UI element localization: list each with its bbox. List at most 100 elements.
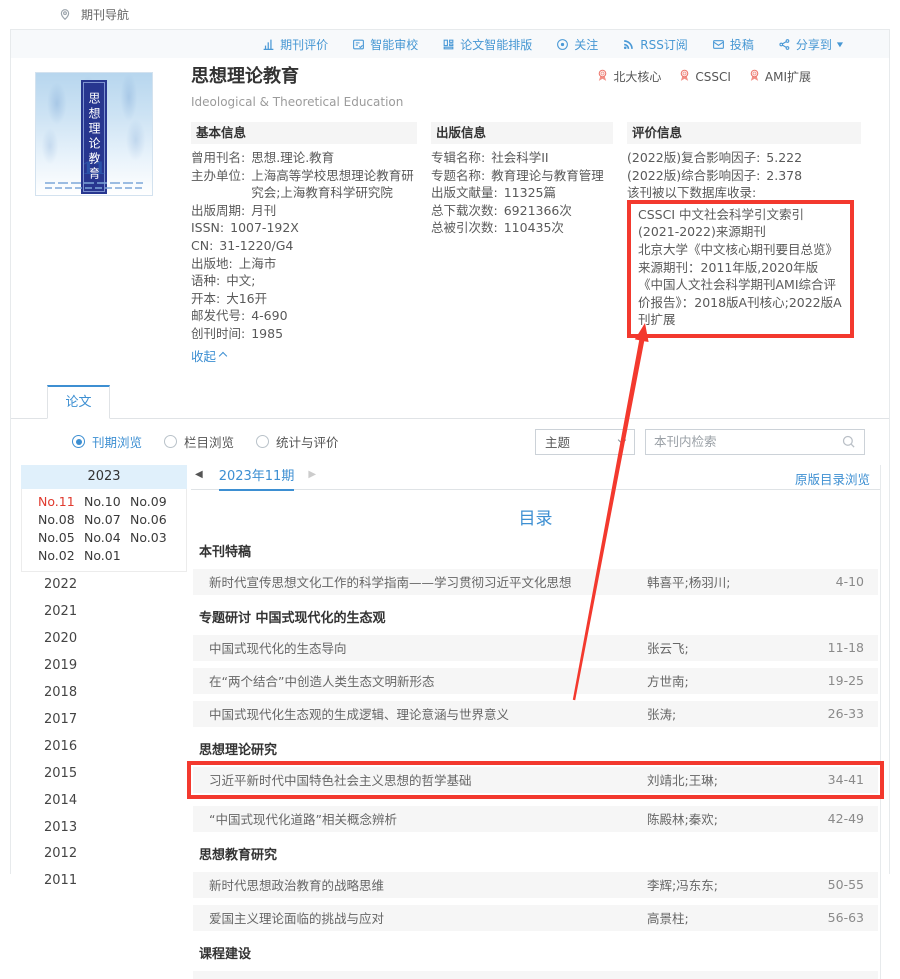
article-title[interactable]: 新时代宣传思想文化工作的科学指南——学习贯彻习近平文化思想 [209, 572, 647, 591]
radio-dot-icon [164, 435, 177, 448]
article-authors[interactable]: 韩喜平;杨羽川; [647, 572, 836, 591]
sidebar-year[interactable]: 2011 [44, 868, 187, 895]
info-value: 社会科学II [491, 149, 613, 167]
sidebar-year[interactable]: 2020 [44, 626, 187, 653]
article-authors[interactable]: 高景柱; [647, 908, 828, 927]
info-item: 总下载次数:6921366次 [431, 202, 613, 220]
sidebar-year[interactable]: 2012 [44, 841, 187, 868]
radio-option[interactable]: 栏目浏览 [164, 432, 234, 451]
article-title[interactable]: 习近平新时代中国特色社会主义思想的哲学基础 [209, 770, 647, 789]
medal-icon [678, 69, 691, 85]
search-icon[interactable] [841, 434, 856, 449]
sidebar-issue[interactable]: No.02 [38, 547, 84, 565]
info-value: 中文; [226, 272, 417, 290]
toolbar-item-label: 投稿 [730, 36, 754, 53]
article-title[interactable]: 中国式现代化生态观的生成逻辑、理论意涵与世界意义 [209, 704, 647, 723]
info-label: 邮发代号: [191, 307, 245, 325]
sidebar-year[interactable]: 2014 [44, 788, 187, 815]
breadcrumb-label[interactable]: 期刊导航 [81, 6, 129, 23]
sidebar-issue[interactable]: No.09 [130, 493, 176, 511]
toolbar-item-journal-eval[interactable]: 期刊评价 [262, 36, 328, 53]
toolbar-item-follow[interactable]: 关注 [556, 36, 598, 53]
prev-issue-button[interactable]: ◀ [195, 469, 203, 480]
current-issue-tab[interactable]: 2023年11期 [219, 465, 295, 491]
article-title[interactable]: 中国式现代化的生态导向 [209, 638, 647, 657]
search-field-select[interactable]: 主题 [535, 429, 635, 455]
tab-papers[interactable]: 论文 [47, 385, 110, 419]
sidebar-issue[interactable]: No.08 [38, 511, 84, 529]
info-item: 出版周期: 月刊 [191, 202, 417, 220]
browse-mode-radios: 刊期浏览 栏目浏览 统计与评价 [72, 432, 361, 451]
sidebar-issue[interactable]: No.06 [130, 511, 176, 529]
radio-selected[interactable]: 刊期浏览 [72, 432, 142, 451]
radio-option[interactable]: 统计与评价 [256, 432, 339, 451]
article-pages: 11-18 [828, 640, 864, 655]
article-row: 中国式现代化的生态导向张云飞;11-18 [193, 635, 878, 661]
article-row: 爱国主义理论面临的挑战与应对高景柱;56-63 [193, 905, 878, 931]
issue-sidebar: 2023 No.11No.10No.09 No.08No.07No.06 No.05… [21, 465, 187, 979]
toolbar-item-smart-review[interactable]: 智能审校 [352, 36, 418, 53]
article-row: 在“两个结合”中创造人类生态文明新形态方世南;19-25 [193, 668, 878, 694]
sidebar-year[interactable]: 2021 [44, 599, 187, 626]
sidebar-year[interactable]: 2018 [44, 680, 187, 707]
sidebar-year[interactable]: 2022 [44, 572, 187, 599]
toc-title: 目录 [191, 504, 880, 529]
article-authors[interactable]: 刘靖北;王琳; [647, 770, 828, 789]
toolbar-item-rss[interactable]: RSS订阅 [622, 36, 688, 53]
article-authors[interactable]: 陈殿林;秦欢; [647, 809, 828, 828]
article-authors[interactable]: 方世南; [647, 671, 828, 690]
info-item: 出版地:上海市 [191, 255, 417, 273]
rss-icon [622, 38, 635, 51]
sidebar-issue[interactable]: No.11 [38, 493, 84, 511]
sidebar-year-current[interactable]: 2023 [21, 465, 187, 489]
info-value: 1985 [251, 325, 417, 343]
original-toc-link[interactable]: 原版目录浏览 [795, 469, 870, 488]
chevron-up-icon [219, 352, 227, 360]
toolbar-item-submit[interactable]: 投稿 [712, 36, 754, 53]
info-label: 出版文献量: [431, 184, 498, 202]
info-item: 总被引次数:110435次 [431, 219, 613, 237]
article-title[interactable]: 爱国主义理论面临的挑战与应对 [209, 908, 647, 927]
toolbar-item-smart-typeset[interactable]: 论文智能排版 [442, 36, 532, 53]
article-title[interactable]: 在“两个结合”中创造人类生态文明新形态 [209, 671, 647, 690]
journal-panel: 期刊评价 智能审校 论文智能排版 关注 RSS订阅 投稿 分享到▼ 思想理论教育 11 思想… [10, 29, 890, 874]
info-value: 110435次 [504, 219, 613, 237]
sidebar-year[interactable]: 2019 [44, 653, 187, 680]
toc-section-title: 思想理论研究 [199, 739, 880, 758]
info-value: 6921366次 [504, 202, 613, 220]
sidebar-issue[interactable]: No.04 [84, 529, 130, 547]
sidebar-year[interactable]: 2016 [44, 734, 187, 761]
info-item: CN:31-1220/G4 [191, 237, 417, 255]
sidebar-year[interactable]: 2013 [44, 815, 187, 842]
info-label: 出版周期: [191, 202, 245, 220]
sidebar-issue[interactable]: No.07 [84, 511, 130, 529]
info-value: 月刊 [251, 202, 417, 220]
sidebar-year[interactable]: 2015 [44, 761, 187, 788]
collapse-link[interactable]: 收起 [191, 346, 226, 365]
journal-cover-image: 思想理论教育 11 [35, 72, 153, 196]
radio-dot-icon [256, 435, 269, 448]
article-authors[interactable]: 张涛; [647, 704, 828, 723]
basic-info-header: 基本信息 [191, 122, 417, 144]
cover-issue-number: 11 [36, 159, 152, 179]
toolbar-item-share[interactable]: 分享到▼ [778, 36, 843, 53]
info-item: 出版文献量: 11325篇 [431, 184, 613, 202]
article-authors[interactable]: 李辉;冯东东; [647, 875, 828, 894]
sidebar-issue[interactable]: No.01 [84, 547, 130, 565]
next-issue-button[interactable]: ▶ [308, 469, 316, 480]
sidebar-year[interactable]: 2017 [44, 707, 187, 734]
article-title[interactable]: “中国式现代化道路”相关概念辨析 [209, 809, 647, 828]
article-title[interactable]: 新时代思想政治教育的战略思维 [209, 875, 647, 894]
info-value: 11325篇 [504, 184, 613, 202]
issue-nav: ◀ 2023年11期 ▶ 原版目录浏览 [191, 465, 880, 490]
info-item: 邮发代号:4-690 [191, 307, 417, 325]
year-list: 2022202120202019201820172016201520142013… [21, 572, 187, 895]
search-input[interactable] [646, 434, 841, 449]
sidebar-issue[interactable]: No.05 [38, 529, 84, 547]
article-authors[interactable]: 张云飞; [647, 638, 828, 657]
sidebar-issue[interactable]: No.10 [84, 493, 130, 511]
info-label: ISSN: [191, 219, 224, 237]
mail-icon [712, 38, 725, 51]
sidebar-issue[interactable]: No.03 [130, 529, 176, 547]
journal-badge: CSSCI [678, 68, 731, 85]
